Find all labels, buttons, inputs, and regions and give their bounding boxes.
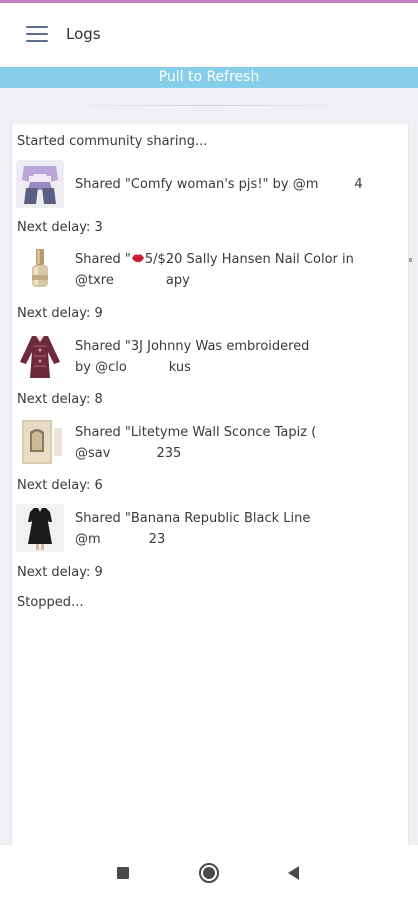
log-entry-text: Shared "Comfy woman's pjs!" by @m — [75, 177, 319, 192]
log-entry-text-tail: 4 — [354, 177, 363, 192]
black-dress-product-photo — [16, 504, 64, 552]
lips-emoji-icon — [131, 252, 145, 267]
next-delay-text: Next delay: 6 — [17, 478, 103, 493]
hamburger-menu-icon[interactable] — [26, 24, 48, 44]
nail-polish-product-photo — [16, 245, 64, 293]
log-entry: Shared "Banana Republic Black Line @m 23 — [16, 504, 401, 552]
scroll-indicator — [409, 258, 412, 262]
wall-sconce-product-photo — [16, 418, 64, 466]
next-delay-text: Next delay: 9 — [17, 565, 103, 580]
system-navigation-bar — [0, 845, 418, 900]
triangle-back-icon[interactable] — [284, 863, 304, 883]
log-entry: Shared "Comfy woman's pjs!" by @m 4 — [16, 160, 401, 208]
log-entry-username-tail: kus — [168, 360, 191, 375]
next-delay-text: Next delay: 9 — [17, 306, 103, 321]
log-entry-username: @m — [75, 532, 101, 547]
next-delay-text: Next delay: 8 — [17, 392, 103, 407]
log-entry-username-tail: 23 — [148, 532, 166, 547]
log-start-message: Started community sharing... — [17, 134, 208, 149]
log-entry-text-tail: 5/$20 Sally Hansen Nail Color in — [144, 252, 354, 267]
log-entry-username: by @clo — [75, 360, 127, 375]
log-entry-username-tail: apy — [165, 273, 190, 288]
pull-to-refresh-banner[interactable]: Pull to Refresh — [0, 67, 418, 88]
log-entry-text: Shared "3J Johnny Was embroidered — [75, 339, 310, 354]
pajama-product-photo — [16, 160, 64, 208]
log-entry-username-tail: 235 — [156, 446, 182, 461]
log-entry: Shared "Litetyme Wall Sconce Tapiz ( @sa… — [16, 418, 401, 466]
app-bar: Logs — [0, 3, 418, 66]
next-delay-text: Next delay: 3 — [17, 220, 103, 235]
divider — [60, 105, 360, 106]
square-recents-icon[interactable] — [113, 863, 133, 883]
log-entry: Shared "3J Johnny Was embroidered by @cl… — [16, 332, 401, 380]
log-entry-text: Shared " — [75, 252, 131, 267]
log-entry-username: @sav — [75, 446, 111, 461]
log-stop-message: Stopped... — [17, 595, 84, 610]
log-entry-text: Shared "Litetyme Wall Sconce Tapiz ( — [75, 425, 317, 440]
circle-home-icon[interactable] — [199, 863, 219, 883]
page-title: Logs — [66, 25, 101, 43]
log-entry-username: @txre — [75, 273, 114, 288]
log-entry-text: Shared "Banana Republic Black Line — [75, 511, 311, 526]
log-entry: Shared " 5/$20 Sally Hansen Nail Color in… — [16, 245, 401, 293]
embroidered-tunic-product-photo — [16, 332, 64, 380]
